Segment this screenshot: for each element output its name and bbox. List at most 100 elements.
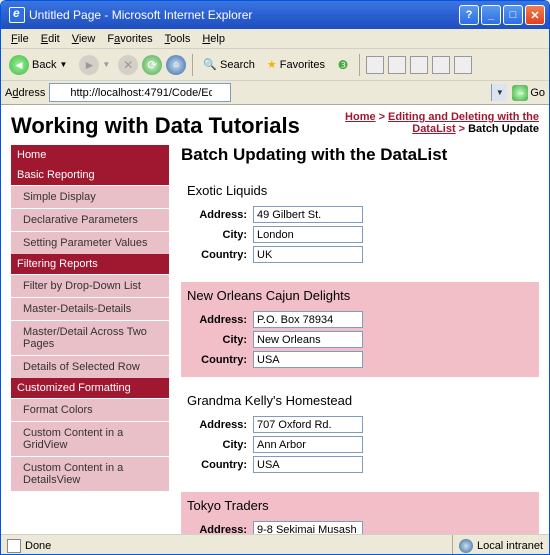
help-button[interactable]: ?	[459, 5, 479, 25]
maximize-button[interactable]: □	[503, 5, 523, 25]
forward-button: ► ▼	[75, 53, 114, 77]
stop-button[interactable]: ✕	[118, 55, 138, 75]
menu-file[interactable]: File	[5, 31, 35, 47]
country-label: Country:	[187, 459, 253, 471]
favorites-label: Favorites	[280, 59, 325, 71]
sidebar-group-head[interactable]: Filtering Reports	[11, 254, 169, 274]
zone-text: Local intranet	[477, 540, 543, 552]
sidebar-item-home[interactable]: Home	[11, 145, 169, 165]
back-icon: ◄	[9, 55, 29, 75]
supplier-name: Tokyo Traders	[187, 498, 533, 513]
status-text: Done	[25, 540, 51, 552]
address-input[interactable]	[253, 206, 363, 223]
address-label: Address	[5, 87, 45, 99]
address-label: Address:	[187, 209, 253, 221]
country-input[interactable]	[253, 246, 363, 263]
history-button[interactable]: ❸	[333, 55, 353, 75]
supplier-block: Grandma Kelly's Homestead Address: City: Co…	[181, 387, 539, 482]
sidebar-group-head[interactable]: Customized Formatting	[11, 378, 169, 398]
supplier-block: New Orleans Cajun Delights Address: City: C…	[181, 282, 539, 377]
forward-icon: ►	[79, 55, 99, 75]
city-label: City:	[187, 334, 253, 346]
url-input[interactable]	[49, 83, 231, 102]
content-area: Working with Data Tutorials Home>Editing…	[1, 105, 549, 534]
star-icon: ★	[267, 58, 277, 71]
addressbar: Address ▼ → Go	[1, 81, 549, 105]
supplier-block: Tokyo TradersAddress:City:Country:	[181, 492, 539, 534]
sidebar-item[interactable]: Custom Content in a DetailsView	[11, 456, 169, 491]
supplier-name: Grandma Kelly's Homestead	[187, 393, 533, 408]
print-button[interactable]	[388, 56, 406, 74]
address-label: Address:	[187, 419, 253, 431]
sidebar-item[interactable]: Filter by Drop-Down List	[11, 274, 169, 297]
edit-button[interactable]	[410, 56, 428, 74]
city-input[interactable]	[253, 226, 363, 243]
search-label: Search	[220, 59, 255, 71]
menubar: File Edit View Favorites Tools Help	[1, 29, 549, 49]
menu-favorites[interactable]: Favorites	[101, 31, 158, 47]
separator	[192, 54, 193, 76]
go-icon: →	[512, 85, 528, 101]
supplier-name: New Orleans Cajun Delights	[187, 288, 533, 303]
address-label: Address:	[187, 314, 253, 326]
address-input[interactable]	[253, 311, 363, 328]
statusbar: Done Local intranet	[1, 534, 549, 555]
breadcrumb-home[interactable]: Home	[345, 111, 376, 123]
sidebar: Home Basic ReportingSimple DisplayDeclar…	[11, 145, 169, 534]
address-input[interactable]	[253, 416, 363, 433]
forward-dropdown-icon: ▼	[102, 60, 110, 69]
ie-icon	[9, 7, 25, 23]
research-button[interactable]	[454, 56, 472, 74]
refresh-button[interactable]: ⟳	[142, 55, 162, 75]
sidebar-item[interactable]: Declarative Parameters	[11, 208, 169, 231]
city-label: City:	[187, 439, 253, 451]
go-button[interactable]: → Go	[512, 85, 545, 101]
sidebar-item[interactable]: Master/Detail Across Two Pages	[11, 320, 169, 355]
sidebar-item[interactable]: Details of Selected Row	[11, 355, 169, 378]
sidebar-item[interactable]: Simple Display	[11, 185, 169, 208]
country-label: Country:	[187, 354, 253, 366]
minimize-button[interactable]: _	[481, 5, 501, 25]
url-dropdown-icon[interactable]: ▼	[491, 84, 507, 101]
mail-button[interactable]	[366, 56, 384, 74]
address-input[interactable]	[253, 521, 363, 534]
titlebar: Untitled Page - Microsoft Internet Explo…	[1, 1, 549, 29]
zone-icon	[459, 539, 473, 553]
city-input[interactable]	[253, 436, 363, 453]
supplier-block: Exotic Liquids Address: City: Country:	[181, 177, 539, 272]
sidebar-item[interactable]: Master-Details-Details	[11, 297, 169, 320]
site-title: Working with Data Tutorials	[11, 113, 300, 139]
go-label: Go	[530, 87, 545, 99]
page-heading: Batch Updating with the DataList	[181, 145, 539, 165]
window-title: Untitled Page - Microsoft Internet Explo…	[29, 8, 457, 22]
back-dropdown-icon: ▼	[59, 60, 67, 69]
country-input[interactable]	[253, 351, 363, 368]
favorites-button[interactable]: ★ Favorites	[263, 56, 329, 73]
home-button[interactable]: ⌂	[166, 55, 186, 75]
city-input[interactable]	[253, 331, 363, 348]
city-label: City:	[187, 229, 253, 241]
close-button[interactable]: ✕	[525, 5, 545, 25]
search-button[interactable]: 🔍 Search	[199, 56, 259, 73]
separator	[359, 54, 360, 76]
menu-help[interactable]: Help	[196, 31, 231, 47]
toolbar: ◄ Back ▼ ► ▼ ✕ ⟳ ⌂ 🔍 Search ★ Favorites …	[1, 49, 549, 81]
sidebar-group-head[interactable]: Basic Reporting	[11, 165, 169, 185]
done-icon	[7, 539, 21, 553]
menu-edit[interactable]: Edit	[35, 31, 66, 47]
back-label: Back	[32, 59, 56, 71]
search-icon: 🔍	[203, 58, 217, 71]
sidebar-item[interactable]: Custom Content in a GridView	[11, 421, 169, 456]
breadcrumb-current: Batch Update	[468, 123, 539, 135]
menu-tools[interactable]: Tools	[159, 31, 197, 47]
back-button[interactable]: ◄ Back ▼	[5, 53, 71, 77]
main-content: Batch Updating with the DataList Exotic …	[181, 145, 539, 534]
supplier-name: Exotic Liquids	[187, 183, 533, 198]
sidebar-item[interactable]: Setting Parameter Values	[11, 231, 169, 254]
sidebar-item[interactable]: Format Colors	[11, 398, 169, 421]
address-label: Address:	[187, 524, 253, 535]
country-input[interactable]	[253, 456, 363, 473]
menu-view[interactable]: View	[66, 31, 102, 47]
country-label: Country:	[187, 249, 253, 261]
discuss-button[interactable]	[432, 56, 450, 74]
